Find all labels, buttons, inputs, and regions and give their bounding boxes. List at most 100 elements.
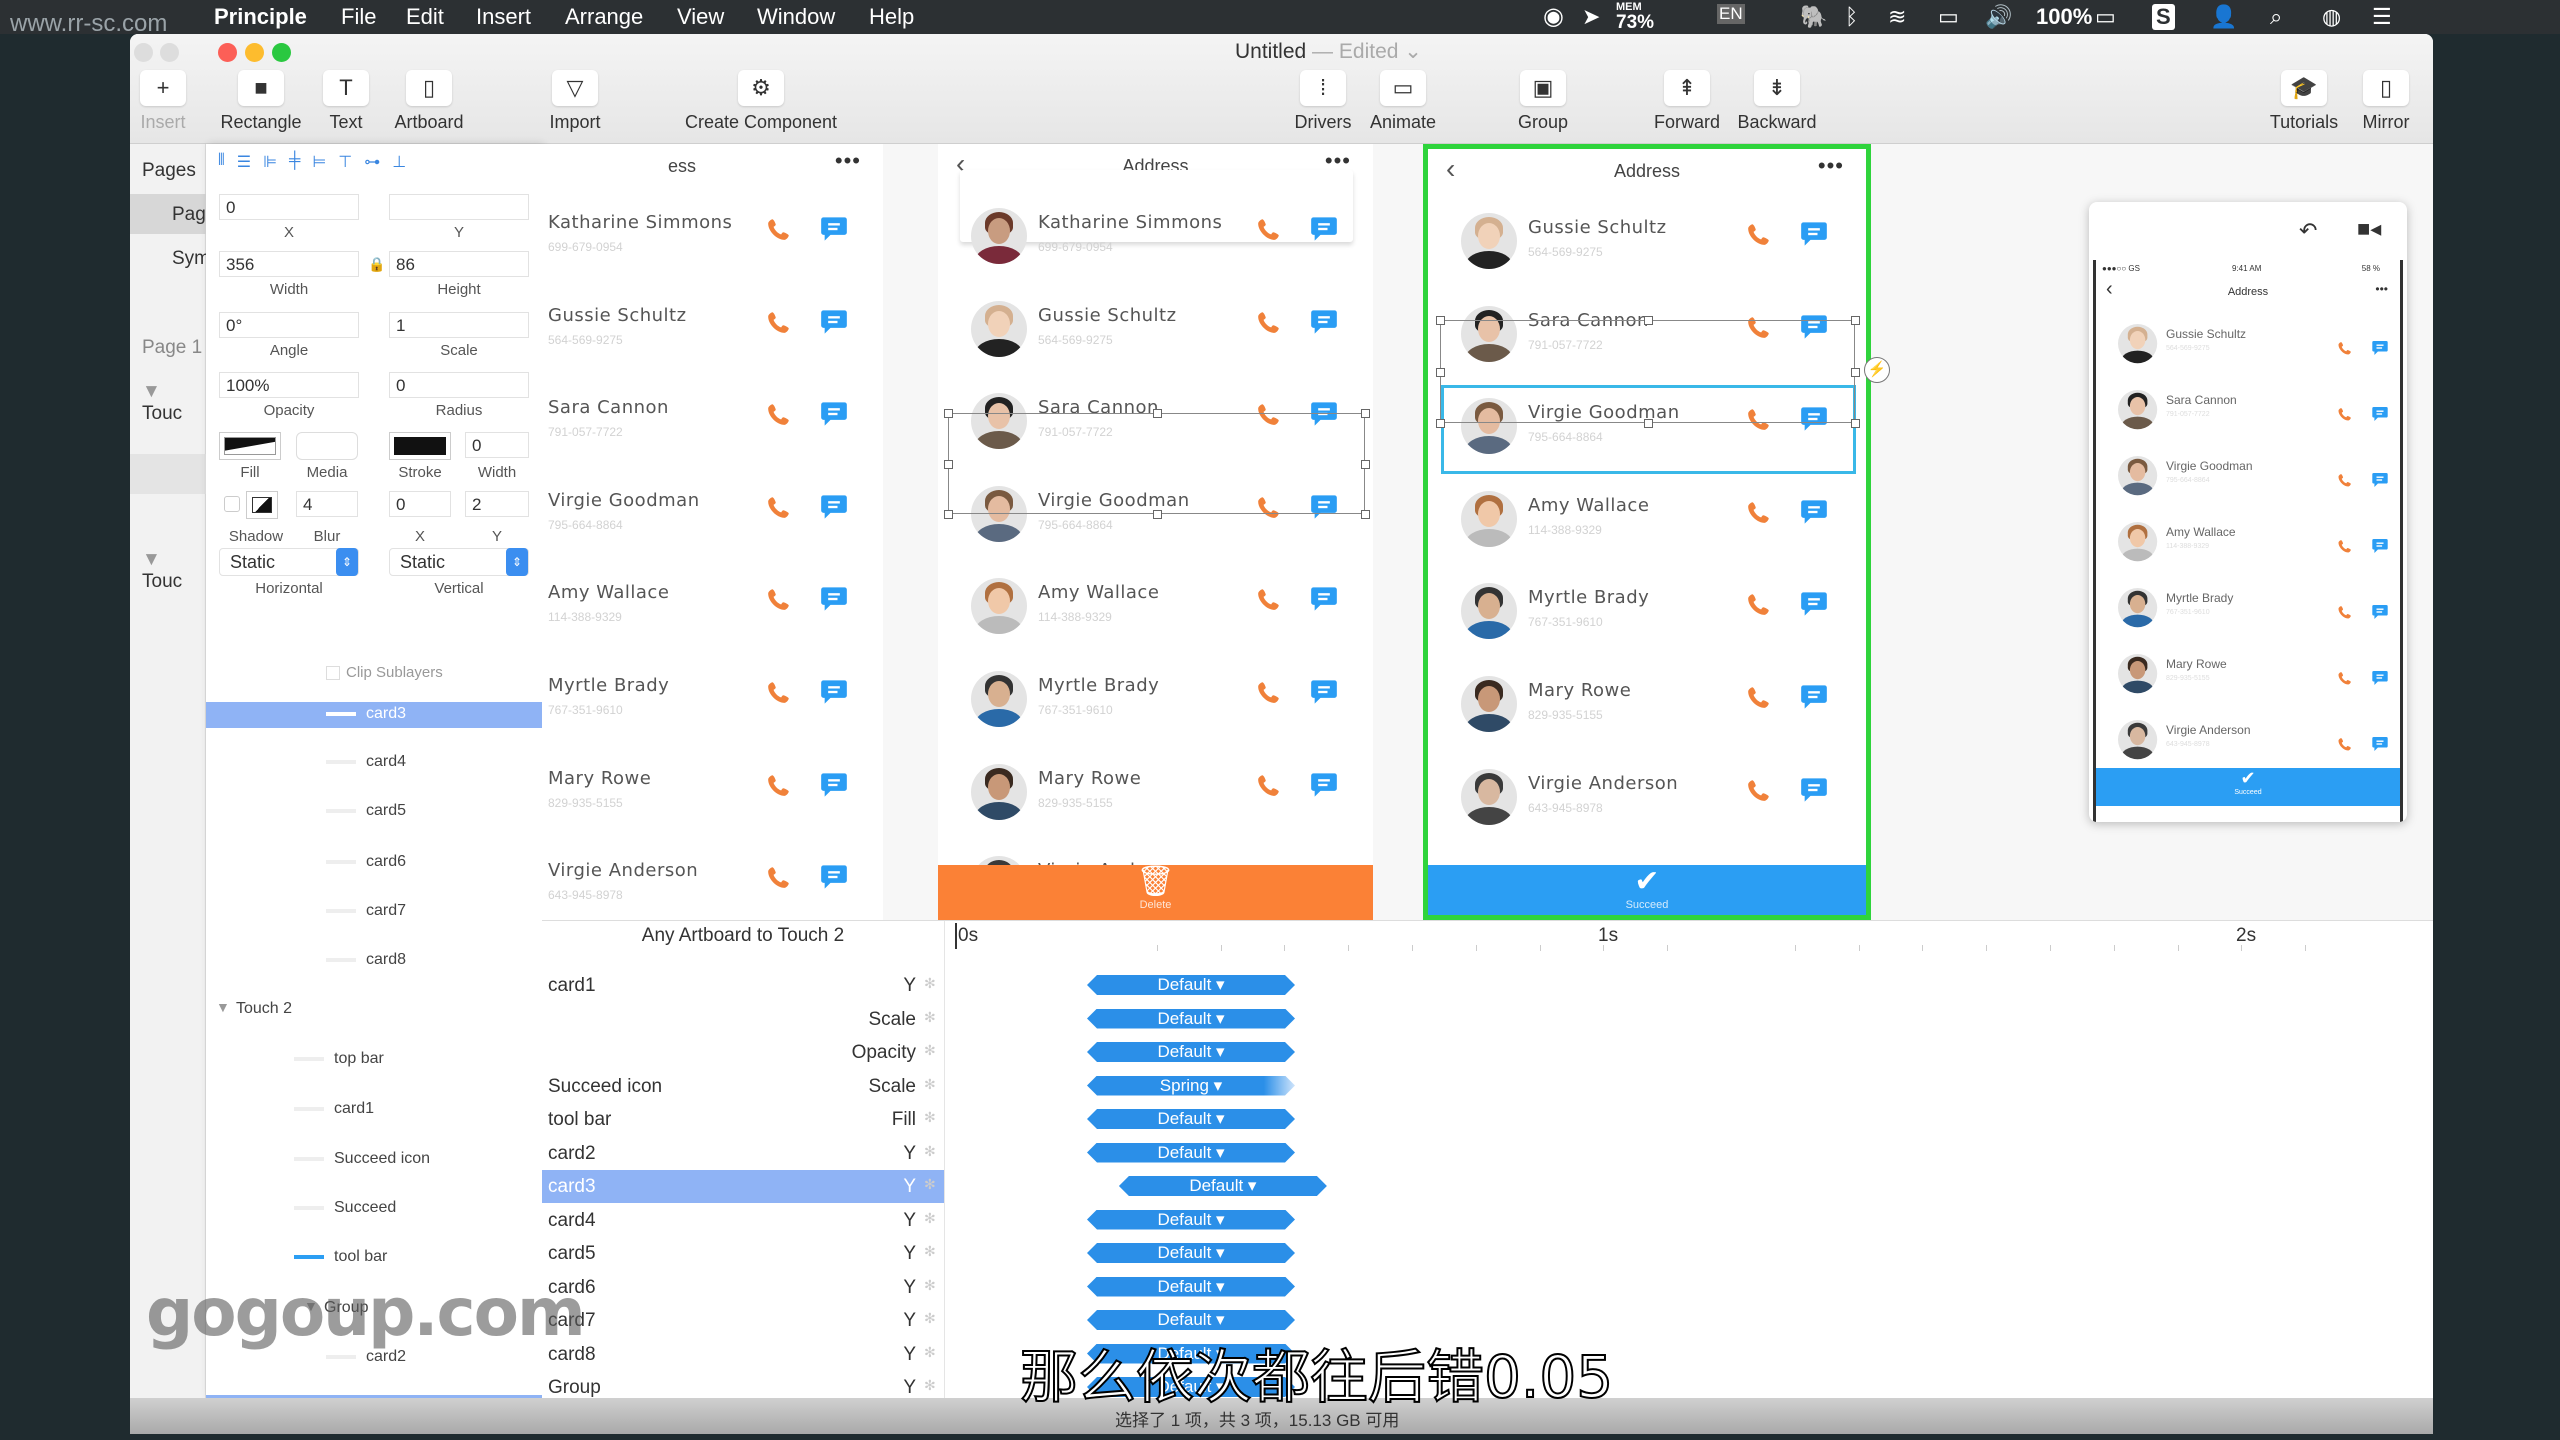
resize-handle[interactable]: [1851, 419, 1860, 428]
artboard-button[interactable]: ▯ Artboard: [394, 70, 464, 132]
edited-status[interactable]: — Edited: [1312, 40, 1398, 63]
gear-icon[interactable]: ✻: [924, 1344, 936, 1361]
align-center-icon[interactable]: ╪: [289, 152, 300, 176]
contact-card[interactable]: Myrtle Brady 767-351-9610: [938, 653, 1373, 745]
phone-icon[interactable]: [1746, 684, 1772, 715]
layer-row[interactable]: card8: [206, 948, 542, 974]
resize-handle[interactable]: [1643, 419, 1653, 428]
contact-card[interactable]: Gussie Schultz 564-569-9275: [938, 283, 1373, 375]
resize-handle[interactable]: [1436, 419, 1445, 428]
menu-insert[interactable]: Insert: [476, 4, 531, 30]
align-right-icon[interactable]: ⊨: [312, 152, 326, 176]
contact-card[interactable]: Myrtle Brady 767-351-9610: [1428, 565, 1866, 657]
artboard-touch-2[interactable]: ‹ Address ••• Gussie Schultz 564-569-9275 Sar…: [1423, 144, 1871, 920]
menu-app[interactable]: Principle: [214, 4, 307, 30]
resize-handle[interactable]: [944, 510, 953, 519]
gear-icon[interactable]: ✻: [924, 1210, 936, 1227]
animate-button[interactable]: ▭ Animate: [1370, 70, 1436, 132]
timeline-row[interactable]: card1 Y ✻ Default ▾: [542, 969, 2433, 1002]
message-icon[interactable]: [820, 679, 848, 710]
phone-icon[interactable]: [1256, 772, 1282, 803]
insert-button[interactable]: + Insert: [133, 70, 193, 132]
phone-icon[interactable]: [766, 772, 792, 803]
resize-handle[interactable]: [944, 459, 953, 469]
gear-icon[interactable]: ✻: [924, 1143, 936, 1160]
send-icon[interactable]: ➤: [1582, 4, 1600, 30]
more-icon[interactable]: •••: [835, 148, 861, 174]
undo-icon[interactable]: ↶: [2299, 218, 2317, 244]
timeline-row[interactable]: Succeed icon Scale ✻ Spring ▾: [542, 1070, 2433, 1103]
artboard-touch-1[interactable]: ‹ess••• Katharine Simmons 699-679-0954 Guss…: [542, 144, 883, 920]
resize-handle[interactable]: [944, 409, 953, 418]
s-app-icon[interactable]: S: [2152, 4, 2175, 30]
layer-row[interactable]: Succeed: [206, 1196, 542, 1222]
resize-handle[interactable]: [1152, 510, 1162, 519]
airplay-icon[interactable]: ▭: [1938, 4, 1959, 30]
phone-icon[interactable]: [1746, 221, 1772, 252]
menu-window[interactable]: Window: [757, 4, 835, 30]
phone-icon[interactable]: [766, 401, 792, 432]
shadow-color-swatch[interactable]: [246, 491, 278, 519]
layer-row[interactable]: Succeed icon: [206, 1147, 542, 1173]
stroke-width-field[interactable]: 0: [465, 432, 529, 458]
curve-bar[interactable]: Spring ▾: [1087, 1076, 1295, 1096]
height-field[interactable]: 86: [389, 251, 529, 277]
align-left-icon[interactable]: ⊫: [263, 152, 277, 176]
timeline-row[interactable]: card4 Y ✻ Default ▾: [542, 1204, 2433, 1237]
resize-handle[interactable]: [1436, 367, 1445, 377]
gear-icon[interactable]: ✻: [924, 1277, 936, 1294]
resize-handle[interactable]: [1361, 459, 1370, 469]
curve-bar[interactable]: Default ▾: [1087, 975, 1295, 995]
gear-icon[interactable]: ✻: [924, 1009, 936, 1026]
gear-icon[interactable]: ✻: [924, 1377, 936, 1394]
message-icon[interactable]: [820, 216, 848, 247]
layer-row[interactable]: card6: [206, 850, 542, 876]
phone-icon[interactable]: [1746, 591, 1772, 622]
succeed-bar[interactable]: ✔ Succeed: [1428, 865, 1866, 915]
shadow-checkbox[interactable]: [224, 496, 240, 512]
y-field[interactable]: [389, 194, 529, 220]
menu-view[interactable]: View: [677, 4, 724, 30]
more-icon[interactable]: •••: [1818, 153, 1844, 179]
lightning-connection-icon[interactable]: ⚡: [1864, 357, 1890, 383]
record-video-icon[interactable]: ■◂: [2357, 216, 2381, 242]
search-icon[interactable]: ⌕: [2270, 4, 2282, 30]
gear-icon[interactable]: ✻: [924, 1109, 936, 1126]
timeline-row[interactable]: card6 Y ✻ Default ▾: [542, 1271, 2433, 1304]
phone-icon[interactable]: [766, 586, 792, 617]
tutorials-button[interactable]: 🎓 Tutorials: [2270, 70, 2338, 132]
layer-row[interactable]: top bar: [206, 1047, 542, 1073]
evernote-icon[interactable]: 🐘: [1800, 4, 1827, 30]
layer-row[interactable]: tool bar: [206, 1245, 542, 1271]
record-icon[interactable]: ◉: [1543, 2, 1564, 31]
resize-handle[interactable]: [1436, 316, 1445, 325]
stroke-swatch[interactable]: [389, 432, 451, 460]
curve-bar[interactable]: Default ▾: [1087, 1009, 1295, 1029]
message-icon[interactable]: [820, 864, 848, 895]
phone-icon[interactable]: [1746, 777, 1772, 808]
menu-edit[interactable]: Edit: [406, 4, 444, 30]
message-icon[interactable]: [1310, 309, 1338, 340]
clip-sublayers-checkbox[interactable]: [326, 666, 340, 680]
message-icon[interactable]: [820, 586, 848, 617]
layer-row[interactable]: card7: [206, 899, 542, 925]
message-icon[interactable]: [820, 494, 848, 525]
delete-bar[interactable]: 🗑 Delete: [938, 865, 1373, 920]
bluetooth-icon[interactable]: ᛒ: [1845, 4, 1858, 30]
shadow-blur-field[interactable]: 4: [296, 491, 358, 517]
selection-box-card2[interactable]: [1436, 316, 1860, 428]
layer-row[interactable]: card5: [206, 799, 542, 825]
curve-bar[interactable]: Default ▾: [1087, 1277, 1295, 1297]
menu-file[interactable]: File: [341, 4, 376, 30]
gear-icon[interactable]: ✻: [924, 1042, 936, 1059]
timeline-row[interactable]: card5 Y ✻ Default ▾: [542, 1237, 2433, 1270]
x-field[interactable]: 0: [219, 194, 359, 220]
drivers-button[interactable]: ⁞ Drivers: [1293, 70, 1353, 132]
distribute-vertical-icon[interactable]: ☰: [237, 152, 251, 176]
contact-card[interactable]: Katharine Simmons 699-679-0954: [542, 190, 883, 282]
radius-field[interactable]: 0: [389, 372, 529, 398]
phone-icon[interactable]: [1256, 586, 1282, 617]
curve-bar[interactable]: Default ▾: [1119, 1176, 1327, 1196]
gear-icon[interactable]: ✻: [924, 1176, 936, 1193]
timeline-row[interactable]: card2 Y ✻ Default ▾: [542, 1137, 2433, 1170]
